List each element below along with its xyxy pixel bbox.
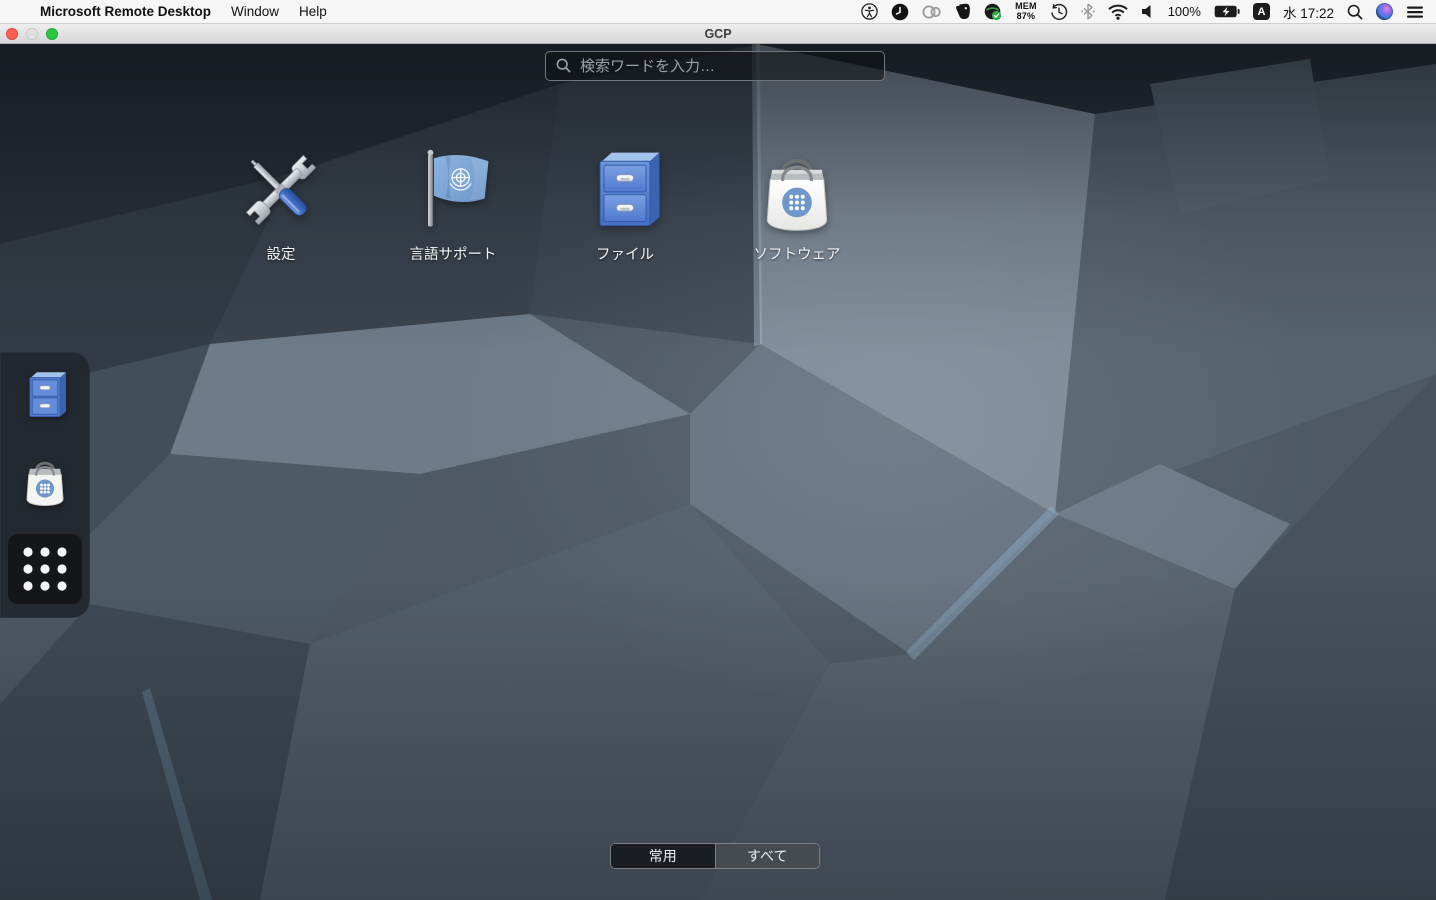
window-title: GCP xyxy=(704,26,732,41)
software-icon xyxy=(751,144,843,236)
clock-app-icon[interactable] xyxy=(891,3,909,21)
apple-menu[interactable] xyxy=(12,3,32,21)
app-language-support[interactable]: 言語サポート xyxy=(367,144,539,264)
settings-icon xyxy=(235,144,327,236)
creative-cloud-icon[interactable] xyxy=(922,3,942,21)
search-field-wrap xyxy=(545,51,885,81)
dash-item-software[interactable] xyxy=(16,452,74,510)
menu-window[interactable]: Window xyxy=(221,0,289,23)
siri-icon[interactable] xyxy=(1376,3,1393,20)
evernote-icon[interactable] xyxy=(955,3,971,21)
toggle-frequent[interactable]: 常用 xyxy=(611,844,715,868)
bluetooth-icon[interactable] xyxy=(1080,3,1095,21)
accessibility-icon[interactable] xyxy=(861,3,878,21)
app-settings[interactable]: 設定 xyxy=(195,144,367,264)
battery-percent: 100% xyxy=(1167,4,1201,19)
app-label: 設定 xyxy=(266,247,296,263)
language-support-icon xyxy=(407,144,499,236)
show-applications-icon xyxy=(23,547,67,591)
notification-center-icon[interactable] xyxy=(1406,3,1424,21)
wifi-icon[interactable] xyxy=(1108,3,1128,21)
menu-help[interactable]: Help xyxy=(289,0,337,23)
close-button[interactable] xyxy=(6,28,18,40)
menubar-clock[interactable]: 水 17:22 xyxy=(1283,2,1334,22)
input-source-icon[interactable]: A xyxy=(1252,3,1270,20)
time-machine-icon[interactable] xyxy=(1050,3,1068,21)
app-files[interactable]: ファイル xyxy=(539,144,711,264)
app-software[interactable]: ソフトウェア xyxy=(711,144,883,264)
menu-bar: Microsoft Remote Desktop Window Help MEM… xyxy=(0,0,1436,24)
dash xyxy=(0,352,90,618)
app-label: 言語サポート xyxy=(409,247,497,263)
battery-charging-icon[interactable] xyxy=(1214,3,1240,21)
remote-desktop-canvas: 設定 xyxy=(0,44,1436,900)
minimize-button[interactable] xyxy=(26,28,38,40)
globe-check-icon[interactable] xyxy=(984,3,1002,21)
app-grid: 設定 言語サポート ファイル ソフトウェア xyxy=(195,144,883,264)
show-applications-button[interactable] xyxy=(8,534,82,604)
app-label: ファイル xyxy=(596,247,654,263)
menubar-app-name[interactable]: Microsoft Remote Desktop xyxy=(32,0,221,23)
zoom-button[interactable] xyxy=(46,28,58,40)
window-title-bar: GCP xyxy=(0,24,1436,44)
volume-icon[interactable] xyxy=(1141,3,1155,21)
search-icon xyxy=(556,58,571,73)
toggle-all[interactable]: すべて xyxy=(714,844,819,868)
files-icon xyxy=(579,144,671,236)
app-label: ソフトウェア xyxy=(753,247,841,263)
memory-value: 87% xyxy=(1016,10,1036,21)
memory-indicator[interactable]: MEM 87% xyxy=(1015,1,1037,21)
dash-item-files[interactable] xyxy=(16,366,74,424)
view-toggle: 常用 すべて xyxy=(610,843,820,869)
search-input[interactable] xyxy=(545,51,885,81)
spotlight-icon[interactable] xyxy=(1347,3,1363,21)
